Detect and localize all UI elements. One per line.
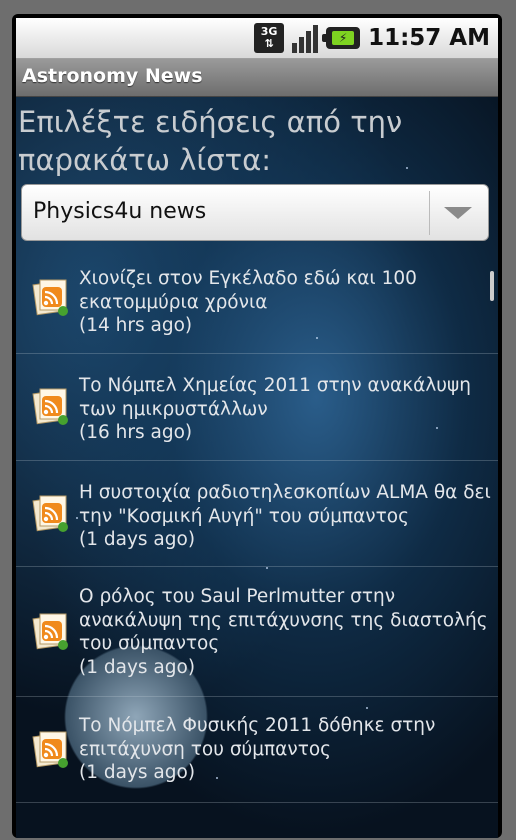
network-3g-icon: 3G ⇅ [254, 23, 285, 53]
device-frame: 3G ⇅ ⚡ 11:57 AM Astronomy News Επιλέξτε … [12, 14, 502, 838]
main-content: Επιλέξτε ειδήσεις από την παρακάτω λίστα… [16, 97, 498, 838]
news-list: Χιονίζει στον Εγκέλαδο εδώ και 100 εκατο… [16, 247, 498, 803]
news-item[interactable]: Το Νόμπελ Χημείας 2011 στην ανακάλυψη τω… [16, 354, 498, 461]
rss-feed-icon [32, 613, 68, 650]
rss-feed-icon [32, 279, 68, 316]
chevron-down-icon[interactable] [444, 207, 472, 219]
app-title-bar: Astronomy News [16, 59, 498, 97]
data-arrows-icon: ⇅ [264, 37, 274, 50]
news-title: Χιονίζει στον Εγκέλαδο εδώ και 100 εκατο… [79, 268, 417, 313]
signal-strength-icon [292, 23, 319, 53]
dropdown-selected-value: Physics4u news [33, 199, 207, 224]
status-bar: 3G ⇅ ⚡ 11:57 AM [16, 18, 498, 59]
status-icons: 3G ⇅ ⚡ 11:57 AM [254, 22, 490, 54]
news-title: Το Νόμπελ Χημείας 2011 στην ανακάλυψη τω… [79, 375, 471, 420]
battery-level: ⚡ [332, 31, 355, 45]
news-age: (1 days ago) [79, 656, 196, 678]
news-title: Ο ρόλος του Saul Perlmutter στην ανακάλυ… [79, 586, 488, 654]
news-item[interactable]: Ο ρόλος του Saul Perlmutter στην ανακάλυ… [16, 567, 498, 697]
news-source-dropdown[interactable]: Physics4u news [21, 184, 489, 241]
news-age: (1 days ago) [79, 762, 196, 783]
news-item[interactable]: Το Νόμπελ Φυσικής 2011 δόθηκε στην επιτά… [16, 697, 498, 803]
rss-feed-icon [32, 495, 68, 532]
news-age: (16 hrs ago) [79, 422, 193, 443]
news-age: (1 days ago) [79, 529, 196, 550]
app-title: Astronomy News [22, 65, 203, 87]
battery-charging-icon: ⚡ [322, 27, 361, 49]
news-age: (14 hrs ago) [79, 315, 193, 336]
news-item[interactable]: Χιονίζει στον Εγκέλαδο εδώ και 100 εκατο… [16, 247, 498, 354]
rss-feed-icon [32, 731, 68, 768]
news-item[interactable]: Η συστοιχία ραδιοτηλεσκοπίων ALMA θα δει… [16, 461, 498, 567]
rss-feed-icon [32, 388, 68, 425]
news-title: Η συστοιχία ραδιοτηλεσκοπίων ALMA θα δει… [79, 482, 491, 527]
news-title: Το Νόμπελ Φυσικής 2011 δόθηκε στην επιτά… [79, 715, 436, 760]
instruction-text: Επιλέξτε ειδήσεις από την παρακάτω λίστα… [18, 105, 403, 177]
dropdown-divider [429, 191, 430, 235]
status-clock: 11:57 AM [368, 25, 490, 51]
